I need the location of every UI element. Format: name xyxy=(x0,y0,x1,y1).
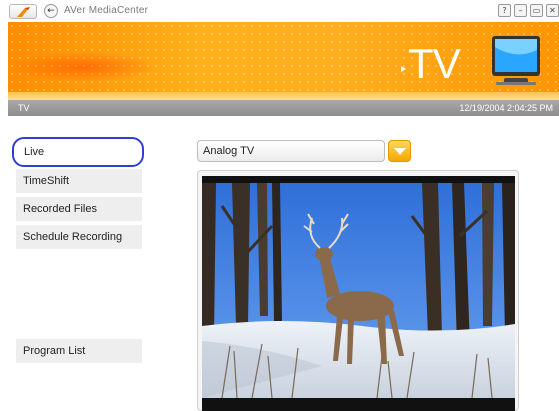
section-title: TV xyxy=(408,40,461,87)
section-arrow-icon xyxy=(401,66,406,72)
video-image xyxy=(202,176,515,411)
source-select[interactable]: Analog TV xyxy=(197,140,385,162)
restore-icon[interactable]: ▭ xyxy=(530,4,543,17)
sidebar-item-schedule-recording[interactable]: Schedule Recording xyxy=(16,225,142,249)
status-section: TV xyxy=(18,103,30,113)
window-controls: ? – ▭ ✕ xyxy=(498,4,559,17)
sidebar-item-program-list[interactable]: Program List xyxy=(16,339,142,363)
app-logo-icon xyxy=(17,7,30,17)
help-icon[interactable]: ? xyxy=(498,4,511,17)
app-menu-button[interactable] xyxy=(9,4,37,19)
chevron-down-icon[interactable] xyxy=(388,140,411,162)
sidebar-item-live[interactable]: Live xyxy=(12,137,144,167)
tv-monitor-icon xyxy=(492,36,540,85)
minimize-icon[interactable]: – xyxy=(514,4,527,17)
status-datetime: 12/19/2004 2:04:25 PM xyxy=(459,103,553,113)
sidebar-item-timeshift[interactable]: TimeShift xyxy=(16,169,142,193)
header-banner: TV xyxy=(8,22,559,100)
sidebar-item-recorded-files[interactable]: Recorded Files xyxy=(16,197,142,221)
status-bar: TV 12/19/2004 2:04:25 PM xyxy=(8,100,559,116)
app-title: AVer MediaCenter xyxy=(64,5,149,16)
video-preview[interactable] xyxy=(202,176,515,411)
close-icon[interactable]: ✕ xyxy=(546,4,559,17)
title-bar: ← AVer MediaCenter ? – ▭ ✕ xyxy=(0,0,559,22)
back-icon[interactable]: ← xyxy=(44,4,58,18)
